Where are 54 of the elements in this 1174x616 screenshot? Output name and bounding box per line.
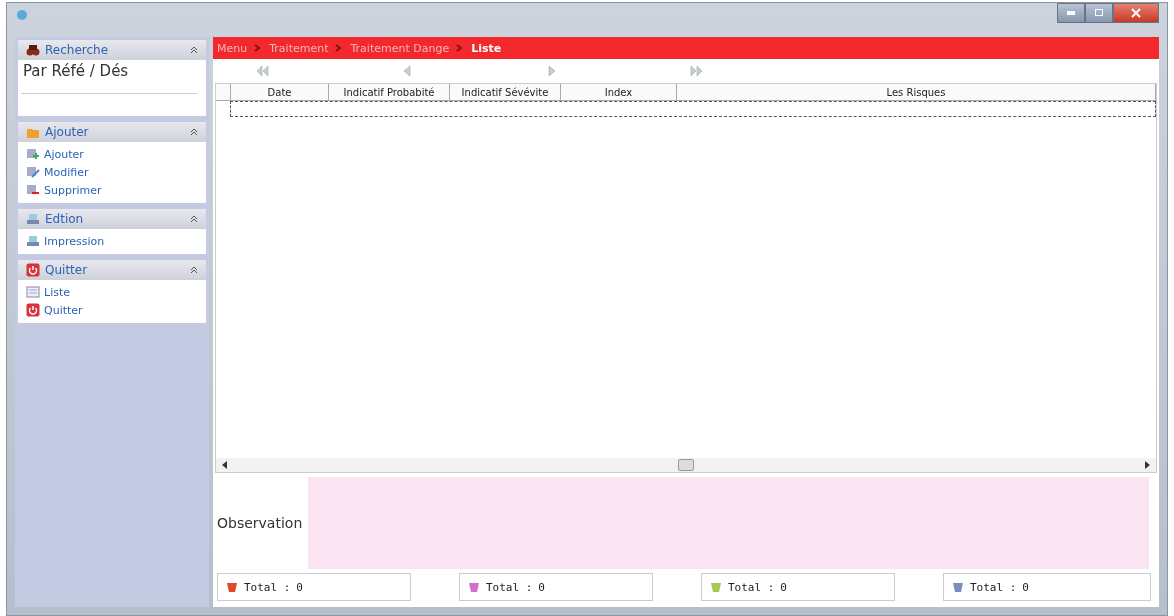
collapse-icon[interactable]	[190, 266, 198, 274]
sidebar-item[interactable]: Modifier	[26, 163, 198, 181]
scroll-left-icon[interactable]	[222, 461, 228, 469]
total-label: Total :	[244, 580, 291, 594]
group-header[interactable]: Quitter	[18, 260, 206, 280]
column-header[interactable]: Date	[231, 84, 329, 101]
power-icon	[26, 303, 40, 317]
total-value: 0	[780, 580, 787, 594]
close-button[interactable]	[1113, 3, 1159, 23]
chevron-icon	[335, 44, 344, 52]
column-header[interactable]: Indicatif Probabité	[329, 84, 450, 101]
chevron-icon	[254, 44, 263, 52]
column-header[interactable]: Les Risques	[677, 84, 1156, 101]
scroll-right-icon[interactable]	[1144, 461, 1150, 469]
list-icon	[26, 285, 40, 299]
sidebar-item[interactable]: Quitter	[26, 301, 198, 319]
collapse-icon[interactable]	[190, 215, 198, 223]
column-header[interactable]: Index	[561, 84, 677, 101]
search-label: Par Réfé / Dés	[22, 62, 130, 82]
close-icon	[1129, 6, 1143, 20]
sidebar-item[interactable]: Supprimer	[26, 181, 198, 199]
breadcrumb-item[interactable]: Liste	[471, 41, 502, 55]
total-label: Total :	[486, 580, 533, 594]
total-label: Total :	[970, 580, 1017, 594]
total-label: Total :	[728, 580, 775, 594]
collapse-icon[interactable]	[190, 46, 198, 54]
collapse-icon[interactable]	[190, 128, 198, 136]
horizontal-scrollbar[interactable]	[216, 458, 1156, 472]
power-icon	[26, 263, 40, 277]
total-value: 0	[538, 580, 545, 594]
app-icon	[15, 8, 29, 22]
group-header[interactable]: Edtion	[18, 209, 206, 229]
observation-field[interactable]	[308, 477, 1149, 569]
sidebar-item[interactable]: Liste	[26, 283, 198, 301]
maximize-button[interactable]	[1085, 3, 1113, 23]
total-value: 0	[296, 580, 303, 594]
total-value: 0	[1022, 580, 1029, 594]
empty-row[interactable]	[230, 101, 1156, 117]
chevron-icon	[456, 44, 465, 52]
minimize-button[interactable]	[1057, 3, 1085, 23]
delete-icon	[26, 183, 40, 197]
observation-label: Observation	[217, 515, 303, 531]
row-header-cell	[216, 84, 231, 101]
add-icon	[26, 147, 40, 161]
group-header[interactable]: Ajouter	[18, 122, 206, 142]
scroll-thumb[interactable]	[678, 459, 694, 471]
printer-icon	[26, 234, 40, 248]
group-header[interactable]: Recherche	[18, 40, 206, 60]
edit-icon	[26, 165, 40, 179]
sidebar-item[interactable]: Ajouter	[26, 145, 198, 163]
printer-icon	[26, 212, 40, 226]
binoculars-icon	[26, 43, 40, 57]
column-header[interactable]: Indicatif Sévévite	[450, 84, 561, 101]
sidebar-item[interactable]: Impression	[26, 232, 198, 250]
